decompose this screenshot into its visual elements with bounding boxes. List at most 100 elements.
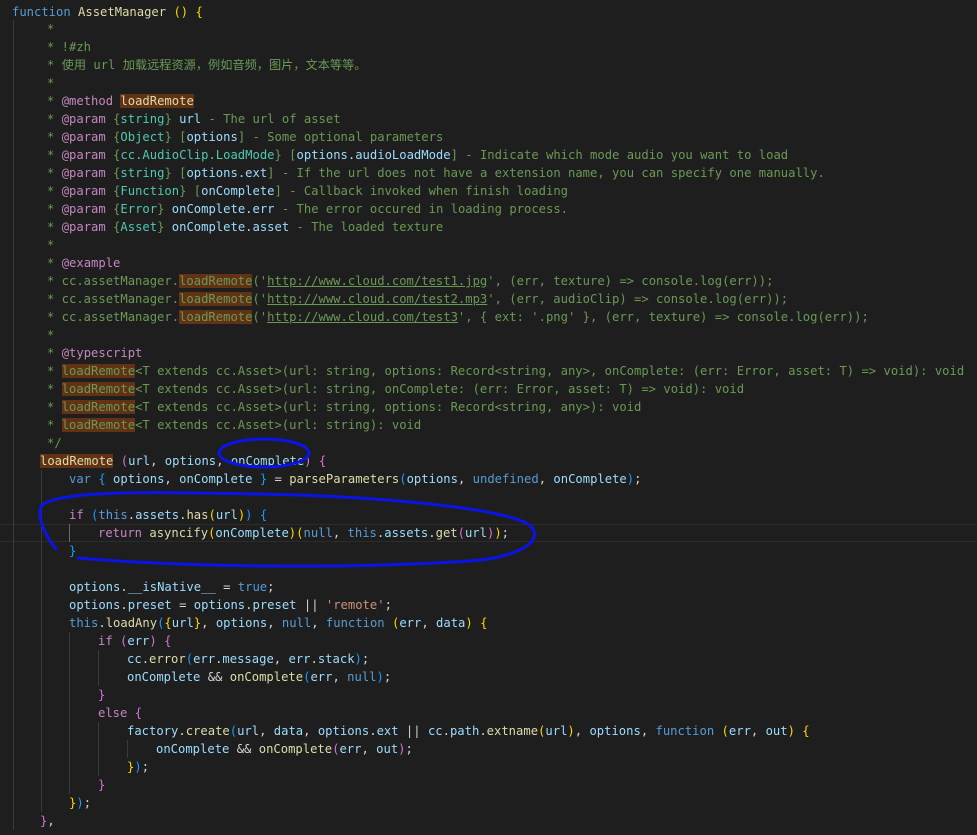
code-line[interactable]: else { [0,704,977,722]
code-line[interactable] [0,488,977,506]
code-line[interactable]: if (this.assets.has(url)) { [0,506,977,524]
code-token: , [538,472,554,486]
code-line[interactable] [0,560,977,578]
code-line[interactable]: * [0,20,977,38]
code-line[interactable]: } [0,776,977,794]
indent-guide [13,470,14,488]
code-line[interactable]: * cc.assetManager.loadRemote('http://www… [0,272,977,290]
code-line[interactable]: function AssetManager () { [0,3,977,21]
code-line[interactable]: * @param {Error} onComplete.err - The er… [0,200,977,218]
code-token: loadRemote [61,382,136,396]
code-token: , [421,616,437,630]
code-line[interactable]: * @param {string} [options.ext] - If the… [0,164,977,182]
indent-guide [13,794,14,812]
code-line[interactable]: factory.create(url, data, options.ext ||… [0,722,977,740]
code-token: ] - Some optional parameters [237,130,444,144]
code-line[interactable]: * !#zh [0,38,977,56]
code-line[interactable]: * loadRemote<T extends cc.Asset>(url: st… [0,398,977,416]
indent-guide [13,668,14,686]
code-line[interactable]: * @method loadRemote [0,92,977,110]
code-token: 'remote' [325,598,385,612]
code-line[interactable]: * @typescript [0,344,977,362]
indent-guide [13,506,14,524]
code-line[interactable]: * cc.assetManager.loadRemote('http://www… [0,290,977,308]
code-line[interactable]: * @example [0,254,977,272]
code-line[interactable]: * loadRemote<T extends cc.Asset>(url: st… [0,416,977,434]
code-line[interactable]: options.__isNative__ = true; [0,578,977,596]
code-token: * [47,130,62,144]
code-token: ', (err, texture) => console.log(err)); [487,274,774,288]
code-token: * [47,418,62,432]
code-text: } [69,542,76,560]
indent-guide [41,740,42,758]
indent-guide [13,650,14,668]
code-token: ) [245,508,253,522]
code-line[interactable]: options.preset = options.preset || 'remo… [0,596,977,614]
indent-guide [13,20,14,38]
code-line[interactable]: }, [0,812,977,830]
code-token: function [12,5,79,19]
code-line[interactable]: this.loadAny({url}, options, null, funct… [0,614,977,632]
indent-guide [13,110,14,128]
code-line[interactable]: onComplete && onComplete(err, null); [0,668,977,686]
indent-guide [41,470,42,488]
code-line[interactable]: }); [0,794,977,812]
code-token: @param [61,130,106,144]
code-token: @example [61,256,121,270]
code-line[interactable]: onComplete && onComplete(err, out); [0,740,977,758]
code-line[interactable]: * @param {string} url - The url of asset [0,110,977,128]
code-token: ) [354,652,362,666]
code-line[interactable]: * loadRemote<T extends cc.Asset>(url: st… [0,362,977,380]
code-line[interactable]: */ [0,434,977,452]
code-line[interactable]: } [0,542,977,560]
indent-guide [41,758,42,776]
indent-guide [13,38,14,56]
code-token: Error [120,202,158,216]
code-line[interactable]: * @param {Function} [onComplete] - Callb… [0,182,977,200]
indent-guide [69,650,70,668]
code-token: { [105,202,121,216]
code-token: , [259,724,274,738]
code-text: function AssetManager () { [12,3,203,21]
indent-guide [41,560,42,578]
code-line[interactable]: * cc.assetManager.loadRemote('http://www… [0,308,977,326]
indent-guide [98,668,99,686]
code-token: if [98,634,113,648]
code-line[interactable]: }); [0,758,977,776]
code-line[interactable]: var { options, onComplete } = parseParam… [0,470,977,488]
code-token: * 使用 url 加载远程资源，例如音频，图片，文本等等。 [47,58,367,72]
code-line[interactable]: * 使用 url 加载远程资源，例如音频，图片，文本等等。 [0,56,977,74]
indent-guide [41,506,42,524]
code-line[interactable]: * [0,326,977,344]
code-line[interactable]: * loadRemote<T extends cc.Asset>(url: st… [0,380,977,398]
code-line[interactable]: * @param {Object} [options] - Some optio… [0,128,977,146]
code-line[interactable]: return asyncify(onComplete)(null, this.a… [0,524,977,542]
code-token: options [69,580,121,594]
code-text: * @param {string} url - The url of asset [47,110,341,128]
code-line[interactable]: * [0,74,977,92]
code-line[interactable]: loadRemote (url, options, onComplete) { [0,452,977,470]
code-token: options [69,598,121,612]
indent-guide [69,524,70,542]
code-line[interactable]: * @param {cc.AudioClip.LoadMode} [option… [0,146,977,164]
code-line[interactable]: } [0,686,977,704]
code-line[interactable]: cc.error(err.message, err.stack); [0,650,977,668]
code-token: ; [383,670,392,684]
code-text: } [98,686,105,704]
code-token: parseParameters [289,472,400,486]
code-token: { [105,130,121,144]
code-token: } [69,544,77,558]
code-token: onComplete [215,526,289,540]
indent-guide [13,560,14,578]
code-editor[interactable]: function AssetManager () {* * !#zh * 使用 ur… [0,0,977,835]
code-token: @typescript [61,346,143,360]
indent-guide [13,56,14,74]
code-line[interactable]: * [0,236,977,254]
code-line[interactable]: * @param {Asset} onComplete.asset - The … [0,218,977,236]
code-line[interactable]: if (err) { [0,632,977,650]
code-token: ; [361,652,370,666]
code-token: } [ [164,130,187,144]
